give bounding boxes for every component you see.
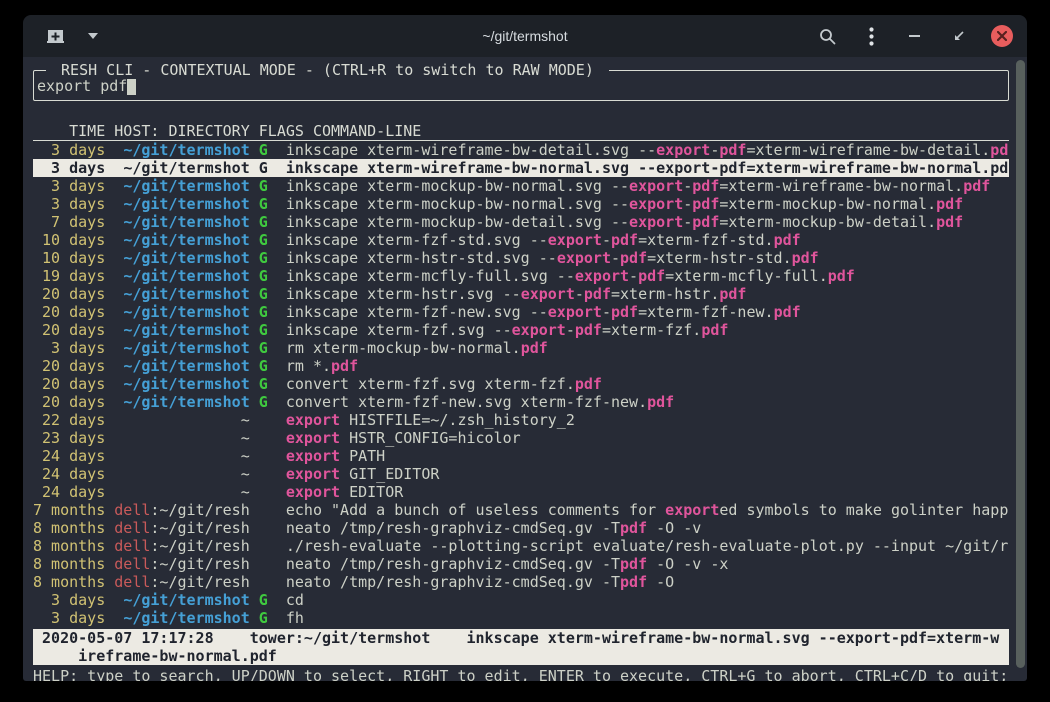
history-row[interactable]: 20 days ~/git/termshot G inkscape xterm-…	[33, 285, 1009, 303]
history-row[interactable]: 3 days ~/git/termshot G inkscape xterm-m…	[33, 195, 1009, 213]
history-row[interactable]: 24 days ~ export GIT_EDITOR	[33, 465, 1009, 483]
history-row[interactable]: 3 days ~/git/termshot G inkscape xterm-m…	[33, 177, 1009, 195]
history-row[interactable]: 10 days ~/git/termshot G inkscape xterm-…	[33, 231, 1009, 249]
window-title: ~/git/termshot	[23, 28, 1027, 44]
detail-line-1: 2020-05-07 17:17:28 tower:~/git/termshot…	[33, 629, 1009, 647]
scrollbar-thumb[interactable]	[1016, 60, 1025, 668]
history-row[interactable]: 22 days ~ export HISTFILE=~/.zsh_history…	[33, 411, 1009, 429]
history-row[interactable]: 8 months dell:~/git/resh neato /tmp/resh…	[33, 573, 1009, 591]
history-row[interactable]: 7 days ~/git/termshot G inkscape xterm-m…	[33, 213, 1009, 231]
history-row[interactable]: 20 days ~/git/termshot G inkscape xterm-…	[33, 303, 1009, 321]
history-row[interactable]: 3 days ~/git/termshot G cd	[33, 591, 1009, 609]
history-row[interactable]: 3 days ~/git/termshot G fh	[33, 609, 1009, 627]
history-row[interactable]: 10 days ~/git/termshot G inkscape xterm-…	[33, 249, 1009, 267]
history-row[interactable]: 7 months dell:~/git/resh echo "Add a bun…	[33, 501, 1009, 519]
resh-search-panel: RESH CLI - CONTEXTUAL MODE - (CTRL+R to …	[33, 70, 1009, 101]
history-row[interactable]: 20 days ~/git/termshot G convert xterm-f…	[33, 375, 1009, 393]
history-row[interactable]: 20 days ~/git/termshot G convert xterm-f…	[33, 393, 1009, 411]
history-row[interactable]: 8 months dell:~/git/resh ./resh-evaluate…	[33, 537, 1009, 555]
history-row[interactable]: 8 months dell:~/git/resh neato /tmp/resh…	[33, 555, 1009, 573]
terminal-content: RESH CLI - CONTEXTUAL MODE - (CTRL+R to …	[23, 57, 1027, 681]
detail-line-2: ireframe-bw-normal.pdf	[33, 647, 1009, 665]
history-row-selected[interactable]: 3 days ~/git/termshot G inkscape xterm-w…	[33, 159, 1009, 177]
help-bar: HELP: type to search, UP/DOWN to select,…	[33, 667, 1009, 681]
history-rows: 3 days ~/git/termshot G inkscape xterm-w…	[33, 141, 1009, 627]
history-row[interactable]: 20 days ~/git/termshot G inkscape xterm-…	[33, 321, 1009, 339]
panel-mode-title: RESH CLI - CONTEXTUAL MODE - (CTRL+R to …	[46, 61, 609, 79]
history-row[interactable]: 24 days ~ export PATH	[33, 447, 1009, 465]
search-query-text: export pdf	[37, 77, 127, 95]
history-row[interactable]: 24 days ~ export EDITOR	[33, 483, 1009, 501]
history-row[interactable]: 20 days ~/git/termshot G rm *.pdf	[33, 357, 1009, 375]
terminal-window: ~/git/termshot	[23, 15, 1027, 681]
history-row[interactable]: 23 days ~ export HSTR_CONFIG=hicolor	[33, 429, 1009, 447]
history-row[interactable]: 3 days ~/git/termshot G rm xterm-mockup-…	[33, 339, 1009, 357]
history-row[interactable]: 8 months dell:~/git/resh neato /tmp/resh…	[33, 519, 1009, 537]
selected-entry-detail-bar: 2020-05-07 17:17:28 tower:~/git/termshot…	[33, 629, 1009, 665]
text-cursor	[127, 79, 136, 95]
history-table-header: TIME HOST: DIRECTORY FLAGS COMMAND-LINE	[33, 122, 1009, 141]
history-row[interactable]: 3 days ~/git/termshot G inkscape xterm-w…	[33, 141, 1009, 159]
spacer-line	[33, 101, 1009, 122]
titlebar: ~/git/termshot	[23, 15, 1027, 57]
history-row[interactable]: 19 days ~/git/termshot G inkscape xterm-…	[33, 267, 1009, 285]
